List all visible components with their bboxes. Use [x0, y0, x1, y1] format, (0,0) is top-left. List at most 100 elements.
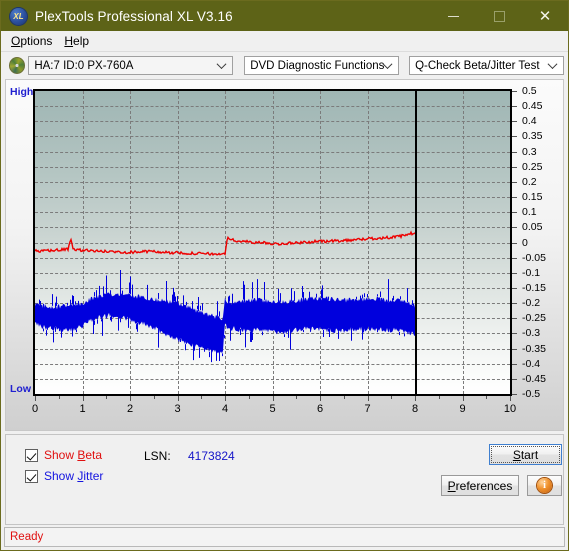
x-axis-tick — [320, 396, 321, 401]
function-select-value: DVD Diagnostic Functions — [250, 60, 384, 72]
y-axis-tick-label: -0.4 — [522, 358, 540, 370]
x-axis-tick-label: 5 — [269, 403, 275, 415]
x-axis-tick-label: 0 — [32, 403, 38, 415]
y-axis-tick — [512, 91, 517, 92]
status-bar: Ready — [4, 527, 565, 547]
x-axis-tick — [130, 396, 131, 401]
show-beta-label: Show Beta — [44, 448, 102, 462]
x-axis-tick — [35, 396, 36, 401]
y-axis-tick — [512, 197, 517, 198]
y-axis-tick-label: 0.3 — [522, 146, 537, 158]
checkbox-checked-icon[interactable] — [25, 470, 38, 483]
controls-panel: Show Beta Show Jitter LSN: 4173824 Start… — [5, 434, 564, 525]
preferences-button-label: Preferences — [448, 479, 513, 493]
x-axis-minor-tick — [344, 396, 345, 399]
menu-item-options[interactable]: Options — [7, 32, 60, 50]
function-select[interactable]: DVD Diagnostic Functions — [244, 56, 399, 75]
y-axis-tick-label: -0.2 — [522, 297, 540, 309]
y-axis-tick — [512, 303, 517, 304]
y-axis-tick-label: 0.15 — [522, 191, 542, 203]
y-axis-tick-label: -0.1 — [522, 267, 540, 279]
close-icon: ✕ — [539, 9, 552, 24]
x-axis-tick-label: 2 — [127, 403, 133, 415]
y-axis-tick-label: 0.25 — [522, 161, 542, 173]
x-axis-tick-label: 6 — [317, 403, 323, 415]
info-button[interactable]: i — [527, 475, 562, 496]
y-axis-tick-label: 0.35 — [522, 130, 542, 142]
beta-series — [35, 232, 415, 255]
y-axis-tick — [512, 152, 517, 153]
x-axis-tick — [463, 396, 464, 401]
x-axis-minor-tick — [154, 396, 155, 399]
close-button[interactable]: ✕ — [522, 1, 568, 31]
status-text: Ready — [10, 531, 43, 543]
show-jitter-checkbox[interactable]: Show Jitter — [25, 469, 103, 483]
y-axis: 0.50.450.40.350.30.250.20.150.10.050-0.0… — [512, 89, 569, 400]
x-axis-minor-tick — [201, 396, 202, 399]
y-axis-tick — [512, 121, 517, 122]
y-axis-tick-label: 0 — [522, 237, 528, 249]
info-icon: i — [537, 478, 552, 493]
y-axis-tick-label: 0.2 — [522, 176, 537, 188]
start-button[interactable]: Start — [489, 444, 562, 465]
menu-item-options-label: ptions — [20, 34, 52, 48]
y-axis-tick-label: -0.5 — [522, 388, 540, 400]
y-axis-tick-label: -0.15 — [522, 282, 546, 294]
y-axis-tick-label: 0.45 — [522, 100, 542, 112]
y-axis-tick-label: -0.3 — [522, 327, 540, 339]
y-axis-tick — [512, 182, 517, 183]
chevron-down-icon — [217, 59, 227, 69]
y-axis-high-label: High — [10, 86, 33, 98]
x-axis-minor-tick — [391, 396, 392, 399]
y-axis-tick — [512, 288, 517, 289]
x-axis-tick — [415, 396, 416, 401]
y-axis-tick — [512, 333, 517, 334]
y-axis-tick — [512, 243, 517, 244]
x-axis-tick-label: 4 — [222, 403, 228, 415]
lsn-label: LSN: — [144, 449, 171, 463]
maximize-button[interactable] — [476, 1, 522, 31]
y-axis-tick-label: 0.1 — [522, 206, 537, 218]
y-axis-tick — [512, 349, 517, 350]
jitter-series — [35, 292, 415, 353]
x-axis-minor-tick — [486, 396, 487, 399]
x-axis-tick — [225, 396, 226, 401]
x-axis-minor-tick — [296, 396, 297, 399]
x-axis-tick-label: 10 — [504, 403, 516, 415]
y-axis-tick — [512, 258, 517, 259]
menu-item-help-label: elp — [73, 34, 89, 48]
x-axis-minor-tick — [106, 396, 107, 399]
menu-item-help[interactable]: Help — [60, 32, 97, 50]
y-axis-tick — [512, 318, 517, 319]
y-axis-tick-label: -0.25 — [522, 312, 546, 324]
lsn-value: 4173824 — [188, 449, 235, 463]
x-axis-tick — [273, 396, 274, 401]
checkbox-checked-icon[interactable] — [25, 449, 38, 462]
y-axis-tick — [512, 212, 517, 213]
show-beta-checkbox[interactable]: Show Beta — [25, 448, 102, 462]
y-axis-tick — [512, 273, 517, 274]
x-axis-tick-label: 3 — [174, 403, 180, 415]
y-axis-tick — [512, 379, 517, 380]
x-axis-tick — [368, 396, 369, 401]
chart-panel: High Low 0.50.450.40.350.30.250.20.150.1… — [5, 79, 564, 431]
title-bar: XL PlexTools Professional XL V3.16 ✕ — [1, 1, 568, 31]
start-button-label: Start — [513, 448, 538, 462]
y-axis-tick-label: -0.05 — [522, 252, 546, 264]
app-logo-icon: XL — [10, 8, 27, 25]
preferences-button[interactable]: Preferences — [441, 475, 519, 496]
drive-select-value: HA:7 ID:0 PX-760A — [34, 60, 133, 72]
window-title: PlexTools Professional XL V3.16 — [35, 9, 233, 24]
y-axis-tick-label: 0.5 — [522, 85, 537, 97]
maximize-icon — [494, 11, 505, 22]
menu-bar: Options Help — [1, 31, 568, 52]
y-axis-tick — [512, 227, 517, 228]
test-select[interactable]: Q-Check Beta/Jitter Test — [409, 56, 564, 75]
x-axis-tick — [510, 396, 511, 401]
y-axis-tick — [512, 106, 517, 107]
x-axis: 012345678910 — [33, 396, 516, 426]
minimize-button[interactable] — [430, 1, 476, 31]
disc-drive-icon — [9, 57, 25, 74]
drive-select[interactable]: HA:7 ID:0 PX-760A — [28, 56, 233, 75]
y-axis-tick — [512, 167, 517, 168]
